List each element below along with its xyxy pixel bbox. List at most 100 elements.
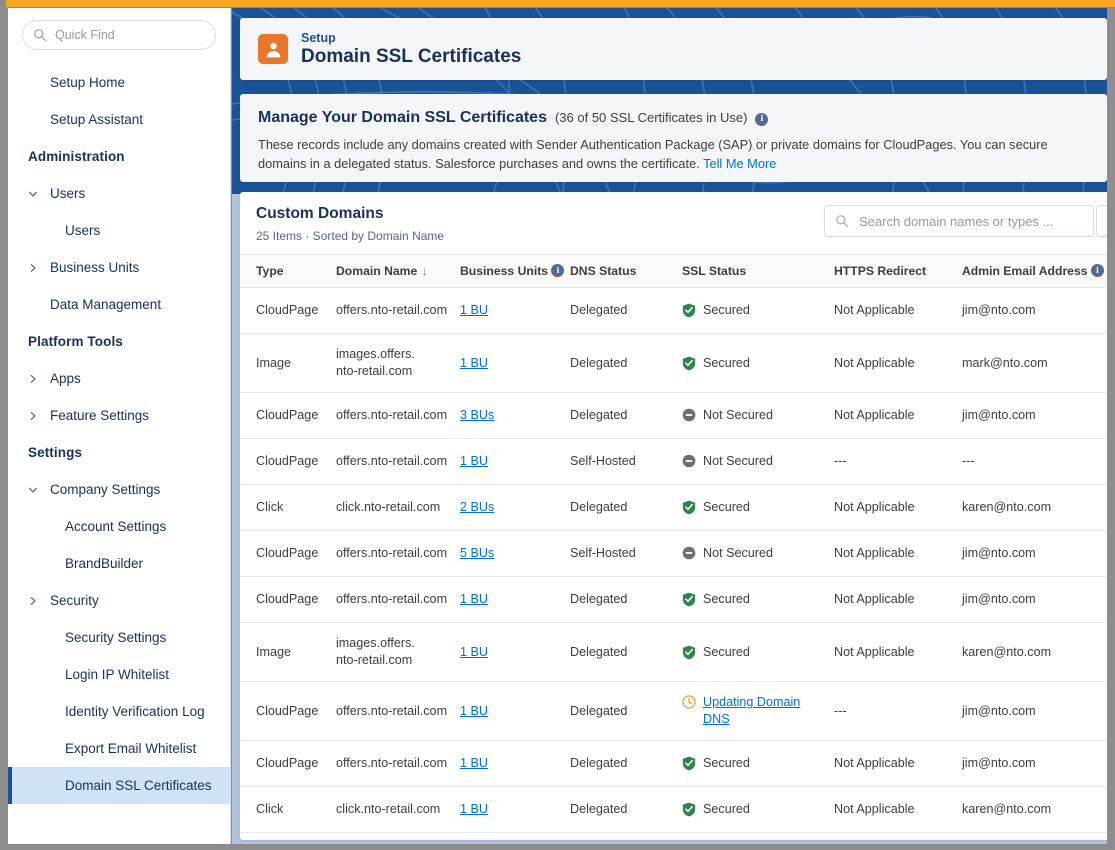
search-icon bbox=[836, 215, 849, 228]
cell-https-redirect: --- bbox=[834, 681, 962, 742]
ssl-status-text: Not Secured bbox=[703, 546, 774, 561]
sidebar-section-administration: Administration bbox=[28, 149, 125, 164]
table-row[interactable]: Image images.offers. nto-retail.com 1 BU Del… bbox=[240, 622, 1107, 683]
business-units-link[interactable]: 3 BUs bbox=[460, 408, 494, 422]
table-header-row: Type Domain Name ↓ Business Units i DNS Stat… bbox=[240, 253, 1107, 289]
sidebar-item-identity-verification-log[interactable]: Identity Verification Log bbox=[8, 693, 230, 730]
pending-clock-icon bbox=[682, 695, 696, 709]
chevron-down-icon[interactable] bbox=[28, 485, 38, 495]
secured-shield-icon bbox=[682, 592, 696, 607]
sidebar-section-platform-tools: Platform Tools bbox=[28, 334, 123, 349]
ssl-status-group: Not Secured bbox=[682, 545, 828, 562]
business-units-link[interactable]: 2 BUs bbox=[460, 500, 494, 514]
cell-admin-email: mark@nto.com bbox=[962, 333, 1107, 394]
cell-business-units: 1 BU bbox=[460, 740, 570, 788]
sidebar-item-security[interactable]: Security bbox=[8, 582, 230, 619]
search-icon bbox=[34, 29, 47, 42]
table-row[interactable]: Image images.offers. nto-retail.com 1 BU Del… bbox=[240, 333, 1107, 394]
business-units-link[interactable]: 1 BU bbox=[460, 756, 488, 770]
sidebar-item-account-settings[interactable]: Account Settings bbox=[8, 508, 230, 545]
cell-ssl-status: Not Secured bbox=[682, 530, 834, 578]
filter-dropdown-button[interactable] bbox=[1096, 205, 1107, 237]
table-row[interactable]: CloudPage offers.nto-retail.com 1 BU Delega… bbox=[240, 740, 1107, 788]
table-row[interactable]: Click click.nto-retail.com 1 BU Delegated Se… bbox=[240, 786, 1107, 834]
table-row[interactable]: CloudPage offers.nto-retail.com 1 BU Delega… bbox=[240, 287, 1107, 335]
table-row[interactable]: Click click.nto-retail.com 2 BUs Delegated S… bbox=[240, 484, 1107, 532]
search-input[interactable] bbox=[824, 205, 1094, 237]
info-icon[interactable]: i bbox=[1090, 264, 1104, 278]
chevron-right-icon[interactable] bbox=[28, 263, 38, 273]
sidebar-item-security-settings[interactable]: Security Settings bbox=[8, 619, 230, 656]
cell-domain-name: offers.nto-retail.com bbox=[336, 681, 460, 742]
sidebar-item-domain-ssl-certificates[interactable]: Domain SSL Certificates bbox=[8, 767, 230, 804]
chevron-right-icon[interactable] bbox=[28, 411, 38, 421]
cell-business-units: 1 BU bbox=[460, 786, 570, 834]
app-window: Setup Home Setup Assistant Administration U… bbox=[0, 0, 1115, 850]
ssl-status-group: Secured bbox=[682, 355, 828, 372]
table-row[interactable]: CloudPage offers.nto-retail.com 5 BUs Self-… bbox=[240, 530, 1107, 578]
sidebar-item-apps[interactable]: Apps bbox=[8, 360, 230, 397]
column-label: Domain Name bbox=[336, 264, 418, 279]
ssl-status-link[interactable]: Updating Domain DNS bbox=[703, 694, 803, 728]
ssl-status-group: Not Secured bbox=[682, 453, 828, 470]
sidebar-item-label: Account Settings bbox=[65, 519, 167, 534]
business-units-link[interactable]: 1 BU bbox=[460, 356, 488, 370]
sidebar-item-setup-home[interactable]: Setup Home bbox=[8, 64, 230, 101]
ssl-status-text: Not Secured bbox=[703, 454, 774, 469]
table-row[interactable]: CloudPage offers.nto-retail.com 3 BUs Deleg… bbox=[240, 392, 1107, 440]
column-header-domain-name[interactable]: Domain Name ↓ bbox=[336, 253, 460, 289]
sidebar-item-users[interactable]: Users bbox=[8, 212, 230, 249]
business-units-link[interactable]: 5 BUs bbox=[460, 546, 494, 560]
custom-domains-header: Custom Domains 25 Items · Sorted by Doma… bbox=[240, 192, 1107, 254]
sidebar-item-export-email-whitelist[interactable]: Export Email Whitelist bbox=[8, 730, 230, 767]
table-row[interactable]: CloudPage offers.nto-retail.com 1 BU Self-H… bbox=[240, 438, 1107, 486]
chevron-down-icon[interactable] bbox=[28, 189, 38, 199]
chevron-right-icon[interactable] bbox=[28, 596, 38, 606]
tell-me-more-link[interactable]: Tell Me More bbox=[703, 156, 776, 171]
info-icon[interactable]: i bbox=[755, 112, 769, 126]
business-units-link[interactable]: 1 BU bbox=[460, 592, 488, 606]
page-title: Domain SSL Certificates bbox=[301, 45, 522, 67]
ssl-status-group: Secured bbox=[682, 755, 828, 772]
column-header-dns-status[interactable]: DNS Status bbox=[570, 253, 682, 289]
column-header-admin-email-address[interactable]: Admin Email Address i bbox=[962, 253, 1107, 289]
certificate-usage-count: (36 of 50 SSL Certificates in Use) bbox=[554, 110, 748, 125]
cell-type: Image bbox=[240, 333, 336, 394]
column-header-ssl-status[interactable]: SSL Status bbox=[682, 253, 834, 289]
column-header-https-redirect[interactable]: HTTPS Redirect bbox=[834, 253, 962, 289]
sidebar-item-setup-assistant[interactable]: Setup Assistant bbox=[8, 101, 230, 138]
info-icon[interactable]: i bbox=[551, 264, 565, 278]
top-accent-bar bbox=[0, 0, 1115, 7]
cell-type: CloudPage bbox=[240, 438, 336, 486]
business-units-link[interactable]: 1 BU bbox=[460, 704, 488, 718]
quick-find-input[interactable] bbox=[22, 20, 216, 50]
setup-sidebar: Setup Home Setup Assistant Administration U… bbox=[8, 8, 231, 844]
sidebar-item-feature-settings[interactable]: Feature Settings bbox=[8, 397, 230, 434]
sidebar-item-business-units[interactable]: Business Units bbox=[8, 249, 230, 286]
cell-business-units: 1 BU bbox=[460, 438, 570, 486]
sidebar-item-data-management[interactable]: Data Management bbox=[8, 286, 230, 323]
business-units-link[interactable]: 1 BU bbox=[460, 303, 488, 317]
setup-eyebrow: Setup bbox=[301, 30, 336, 45]
table-row[interactable]: CloudPage offers.nto-retail.com 1 BU Delega… bbox=[240, 576, 1107, 624]
not-secured-icon bbox=[682, 454, 696, 468]
table-row[interactable]: CloudPageoffers.nto-retail.com2 BUsSelf-… bbox=[240, 832, 1107, 840]
sidebar-item-company-settings[interactable]: Company Settings bbox=[8, 471, 230, 508]
sort-desc-icon[interactable]: ↓ bbox=[421, 264, 427, 278]
manage-certificates-banner: Manage Your Domain SSL Certificates (36 … bbox=[240, 94, 1107, 182]
business-units-link[interactable]: 1 BU bbox=[460, 454, 488, 468]
chevron-right-icon[interactable] bbox=[28, 374, 38, 384]
business-units-link[interactable]: 1 BU bbox=[460, 802, 488, 816]
cell-ssl-status: Secured bbox=[682, 333, 834, 394]
cell-admin-email: jim@nto.com bbox=[962, 681, 1107, 742]
column-header-type[interactable]: Type bbox=[240, 253, 336, 289]
column-header-business-units[interactable]: Business Units i bbox=[460, 253, 570, 289]
sidebar-item-login-ip-whitelist[interactable]: Login IP Whitelist bbox=[8, 656, 230, 693]
sidebar-item-brandbuilder[interactable]: BrandBuilder bbox=[8, 545, 230, 582]
table-row[interactable]: CloudPage offers.nto-retail.com 1 BU Delega… bbox=[240, 681, 1107, 742]
cell-ssl-status: Secured bbox=[682, 832, 834, 840]
not-secured-icon bbox=[682, 546, 696, 560]
sidebar-item-users[interactable]: Users bbox=[8, 175, 230, 212]
business-units-link[interactable]: 1 BU bbox=[460, 645, 488, 659]
cell-dns-status: Delegated bbox=[570, 740, 682, 788]
